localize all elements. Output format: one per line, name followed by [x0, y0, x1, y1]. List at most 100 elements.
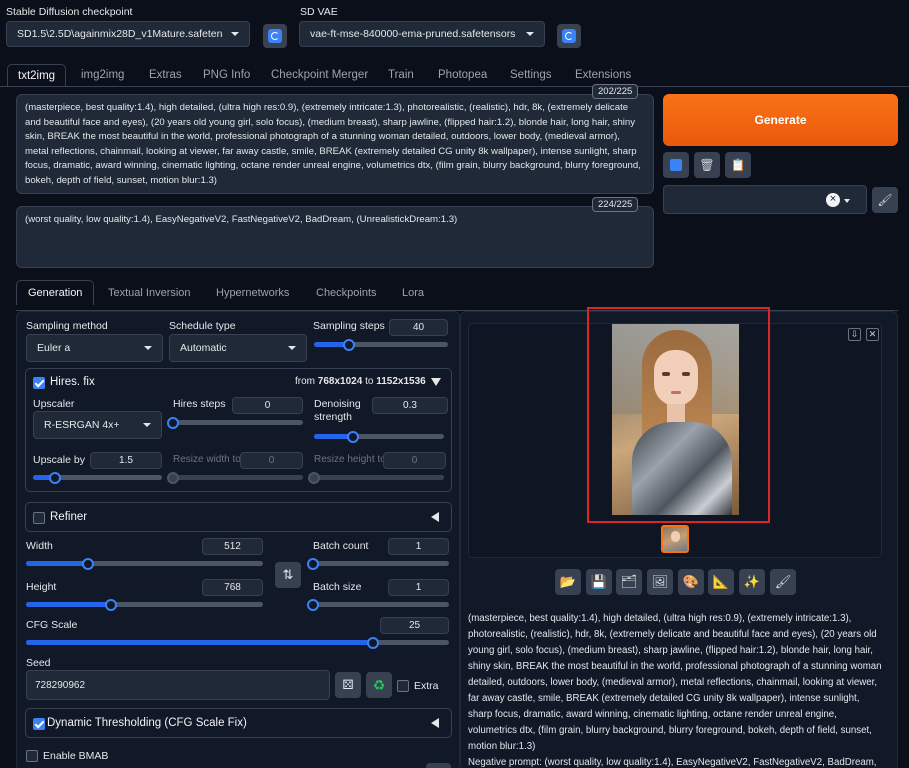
refiner-section[interactable] — [25, 502, 452, 532]
save-button[interactable]: 💾 — [586, 569, 612, 595]
expand-icon[interactable] — [431, 512, 439, 522]
refresh-checkpoint-button[interactable] — [263, 24, 287, 48]
refiner-label: Refiner — [50, 511, 88, 523]
slider-knob[interactable] — [342, 338, 355, 351]
open-folder-button[interactable]: 📂 — [555, 569, 581, 595]
cfg-scale-label: CFG Scale — [26, 619, 78, 631]
extra-label: Extra — [414, 680, 439, 692]
upscale-by-input[interactable]: 1.5 — [90, 452, 162, 469]
subtab-hypernetworks[interactable]: Hypernetworks — [216, 287, 289, 299]
download-icon[interactable]: ⇩ — [848, 328, 861, 341]
subtab-textual-inversion[interactable]: Textual Inversion — [108, 287, 191, 299]
subtab-lora[interactable]: Lora — [402, 287, 424, 299]
bmab-checkbox[interactable] — [26, 750, 38, 762]
gallery-thumbnail[interactable] — [661, 525, 689, 553]
sampling-steps-input[interactable]: 40 — [389, 319, 448, 336]
batch-count-input[interactable]: 1 — [388, 538, 449, 555]
slider-knob[interactable] — [105, 598, 118, 611]
sampling-method-label: Sampling method — [26, 320, 108, 332]
positive-prompt-input[interactable]: (masterpiece, best quality:1.4), high de… — [16, 94, 654, 194]
tab-img2img[interactable]: img2img — [81, 64, 124, 86]
refresh-vae-button[interactable] — [557, 24, 581, 48]
collapse-icon[interactable] — [431, 378, 441, 386]
batch-size-input[interactable]: 1 — [388, 579, 449, 596]
vae-dropdown[interactable]: vae-ft-mse-840000-ema-pruned.safetensors — [299, 21, 545, 47]
dynamic-thresholding-checkbox[interactable] — [33, 718, 45, 730]
tab-checkpoint-merger[interactable]: Checkpoint Merger — [271, 64, 368, 86]
hires-steps-slider[interactable] — [167, 416, 303, 429]
apply-styles-button[interactable]: 📋 — [725, 152, 751, 178]
hires-fix-checkbox[interactable] — [33, 377, 45, 389]
hires-steps-label: Hires steps — [173, 398, 226, 410]
swap-dimensions-button[interactable]: ⇅ — [275, 562, 301, 588]
tab-extras[interactable]: Extras — [149, 64, 182, 86]
refiner-checkbox[interactable] — [33, 512, 45, 524]
checkpoint-label: Stable Diffusion checkpoint — [6, 6, 133, 18]
subtab-checkpoints[interactable]: Checkpoints — [316, 287, 377, 299]
read-params-button[interactable] — [663, 152, 689, 178]
cfg-scale-slider[interactable] — [26, 636, 449, 649]
expand-icon[interactable] — [431, 718, 439, 728]
denoising-input[interactable]: 0.3 — [372, 397, 448, 414]
width-slider[interactable] — [26, 557, 263, 570]
negative-prompt-input[interactable]: (worst quality, low quality:1.4), EasyNe… — [16, 206, 654, 268]
slider-knob[interactable] — [167, 416, 179, 429]
slider-knob[interactable] — [366, 636, 379, 649]
height-slider[interactable] — [26, 598, 263, 611]
styles-dropdown[interactable]: × — [663, 185, 867, 214]
batch-count-slider[interactable] — [307, 557, 449, 570]
resize-height-slider — [308, 471, 444, 484]
tabs-divider — [0, 86, 909, 87]
brush-icon: 🖌 — [774, 574, 792, 589]
close-icon[interactable]: ✕ — [866, 328, 879, 341]
upscale-button[interactable]: ✨ — [739, 569, 765, 595]
generate-button[interactable]: Generate — [663, 94, 898, 146]
photopea-button[interactable]: 🖌 — [770, 569, 796, 595]
schedule-type-dropdown[interactable]: Automatic — [169, 334, 307, 362]
tab-settings[interactable]: Settings — [510, 64, 552, 86]
edit-styles-button[interactable]: 🖌 — [872, 187, 898, 213]
zip-button[interactable]: 🗂 — [616, 569, 642, 595]
upscale-by-slider[interactable] — [33, 471, 162, 484]
tab-extensions[interactable]: Extensions — [575, 64, 631, 86]
height-input[interactable]: 768 — [202, 579, 263, 596]
clear-styles-icon[interactable]: × — [826, 193, 840, 207]
tab-txt2img[interactable]: txt2img — [7, 64, 67, 86]
slider-knob[interactable] — [48, 471, 61, 484]
send-to-inpaint-button[interactable]: 🎨 — [678, 569, 704, 595]
cfg-scale-input[interactable]: 25 — [380, 617, 449, 634]
tab-train[interactable]: Train — [388, 64, 414, 86]
tab-png-info[interactable]: PNG Info — [203, 64, 250, 86]
upscale-by-label: Upscale by — [33, 454, 85, 466]
send-to-img2img-button[interactable]: 🖼 — [647, 569, 673, 595]
width-input[interactable]: 512 — [202, 538, 263, 555]
random-seed-button[interactable]: ⚄ — [335, 672, 361, 698]
upscaler-dropdown[interactable]: R-ESRGAN 4x+ — [33, 411, 162, 439]
subtab-generation[interactable]: Generation — [16, 280, 95, 305]
tab-photopea[interactable]: Photopea — [438, 64, 487, 86]
chevron-down-icon — [526, 32, 534, 36]
sampling-steps-slider[interactable] — [314, 338, 448, 351]
bmab-button[interactable] — [426, 763, 451, 768]
slider-knob[interactable] — [307, 598, 319, 611]
reuse-seed-button[interactable]: ♻ — [366, 672, 392, 698]
send-to-extras-button[interactable]: 📐 — [708, 569, 734, 595]
extra-seed-checkbox[interactable] — [397, 680, 409, 692]
seed-input[interactable]: 728290962 — [26, 670, 330, 700]
zip-icon: 🗂 — [620, 574, 638, 589]
slider-knob[interactable] — [81, 557, 94, 570]
hires-fix-label: Hires. fix — [50, 376, 95, 388]
denoising-slider[interactable] — [314, 430, 444, 443]
resize-width-label: Resize width to — [173, 454, 241, 465]
clear-prompt-button[interactable]: 🗑 — [694, 152, 720, 178]
slider-knob[interactable] — [307, 557, 319, 570]
hires-steps-input[interactable]: 0 — [232, 397, 303, 414]
checkpoint-dropdown[interactable]: SD1.5\2.5D\againmix28D_v1Mature.safetens… — [6, 21, 250, 47]
arrow-icon — [670, 159, 682, 171]
batch-size-slider[interactable] — [307, 598, 449, 611]
slider-knob[interactable] — [347, 430, 359, 443]
negative-token-counter: 224/225 — [592, 197, 639, 212]
batch-size-label: Batch size — [313, 581, 362, 593]
sampling-method-dropdown[interactable]: Euler a — [26, 334, 163, 362]
generation-info-text: (masterpiece, best quality:1.4), high de… — [468, 613, 882, 768]
